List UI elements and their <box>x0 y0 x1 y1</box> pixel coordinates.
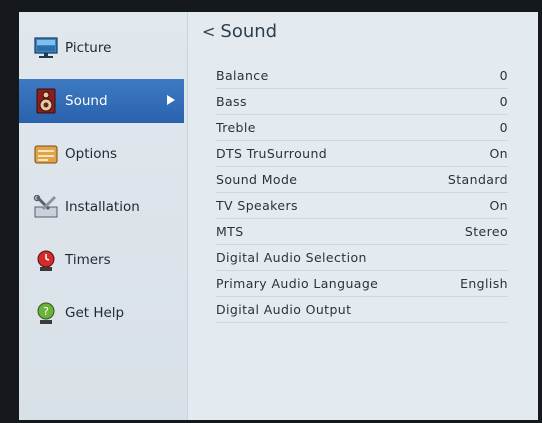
sidebar-item-sound[interactable]: Sound <box>19 79 184 123</box>
sidebar-item-label: Get Help <box>65 305 125 321</box>
svg-text:?: ? <box>43 305 49 318</box>
setting-value: 0 <box>499 68 508 83</box>
page-title: < Sound <box>202 21 277 42</box>
options-icon <box>33 141 59 167</box>
setting-value: English <box>460 276 508 291</box>
sidebar-item-label: Options <box>65 146 118 162</box>
setting-row-mts[interactable]: MTS Stereo <box>216 219 508 245</box>
setting-row-digital-audio-selection[interactable]: Digital Audio Selection <box>216 245 508 271</box>
setting-row-dts-trusurround[interactable]: DTS TruSurround On <box>216 141 508 167</box>
page-title-text: Sound <box>220 21 278 42</box>
sidebar-item-label: Installation <box>65 199 140 215</box>
setting-row-treble[interactable]: Treble 0 <box>216 115 508 141</box>
setting-row-tv-speakers[interactable]: TV Speakers On <box>216 193 508 219</box>
sidebar-item-installation[interactable]: Installation <box>19 185 187 229</box>
back-chevron-icon[interactable]: < <box>202 22 215 41</box>
settings-list: Balance 0 Bass 0 Treble 0 DTS TruSurroun… <box>216 63 508 323</box>
setting-value: 0 <box>499 120 508 135</box>
setting-label: TV Speakers <box>216 198 298 213</box>
setting-row-sound-mode[interactable]: Sound Mode Standard <box>216 167 508 193</box>
setting-label: Treble <box>216 120 256 135</box>
setting-label: Primary Audio Language <box>216 276 379 291</box>
sound-panel: < Sound Balance 0 Bass 0 Treble 0 DTS Tr… <box>188 12 538 420</box>
setting-row-digital-audio-output[interactable]: Digital Audio Output <box>216 297 508 323</box>
setting-row-balance[interactable]: Balance 0 <box>216 63 508 89</box>
installation-icon <box>33 194 59 220</box>
setting-value: On <box>489 146 508 161</box>
setting-label: DTS TruSurround <box>216 146 328 161</box>
tv-screen: Picture Sound Options Installation Timer… <box>19 12 538 420</box>
setting-value: Stereo <box>464 224 508 239</box>
setting-label: Sound Mode <box>216 172 298 187</box>
setting-row-primary-audio-language[interactable]: Primary Audio Language English <box>216 271 508 297</box>
sidebar-item-picture[interactable]: Picture <box>19 26 187 70</box>
setting-value: On <box>489 198 508 213</box>
picture-icon <box>33 35 59 61</box>
speaker-icon <box>33 88 59 114</box>
sidebar-item-get-help[interactable]: ? Get Help <box>19 291 187 335</box>
help-icon: ? <box>33 300 59 326</box>
sidebar-item-label: Sound <box>65 93 108 109</box>
sidebar-menu: Picture Sound Options Installation Timer… <box>19 12 188 420</box>
setting-row-bass[interactable]: Bass 0 <box>216 89 508 115</box>
sidebar-item-label: Picture <box>65 40 112 56</box>
setting-label: Bass <box>216 94 247 109</box>
setting-value: 0 <box>499 94 508 109</box>
timer-icon <box>33 247 59 273</box>
setting-label: Balance <box>216 68 269 83</box>
sidebar-item-options[interactable]: Options <box>19 132 187 176</box>
play-arrow-icon <box>167 95 175 105</box>
setting-label: MTS <box>216 224 244 239</box>
setting-label: Digital Audio Output <box>216 302 352 317</box>
sidebar-item-timers[interactable]: Timers <box>19 238 187 282</box>
setting-label: Digital Audio Selection <box>216 250 367 265</box>
sidebar-item-label: Timers <box>65 252 111 268</box>
setting-value: Standard <box>447 172 508 187</box>
